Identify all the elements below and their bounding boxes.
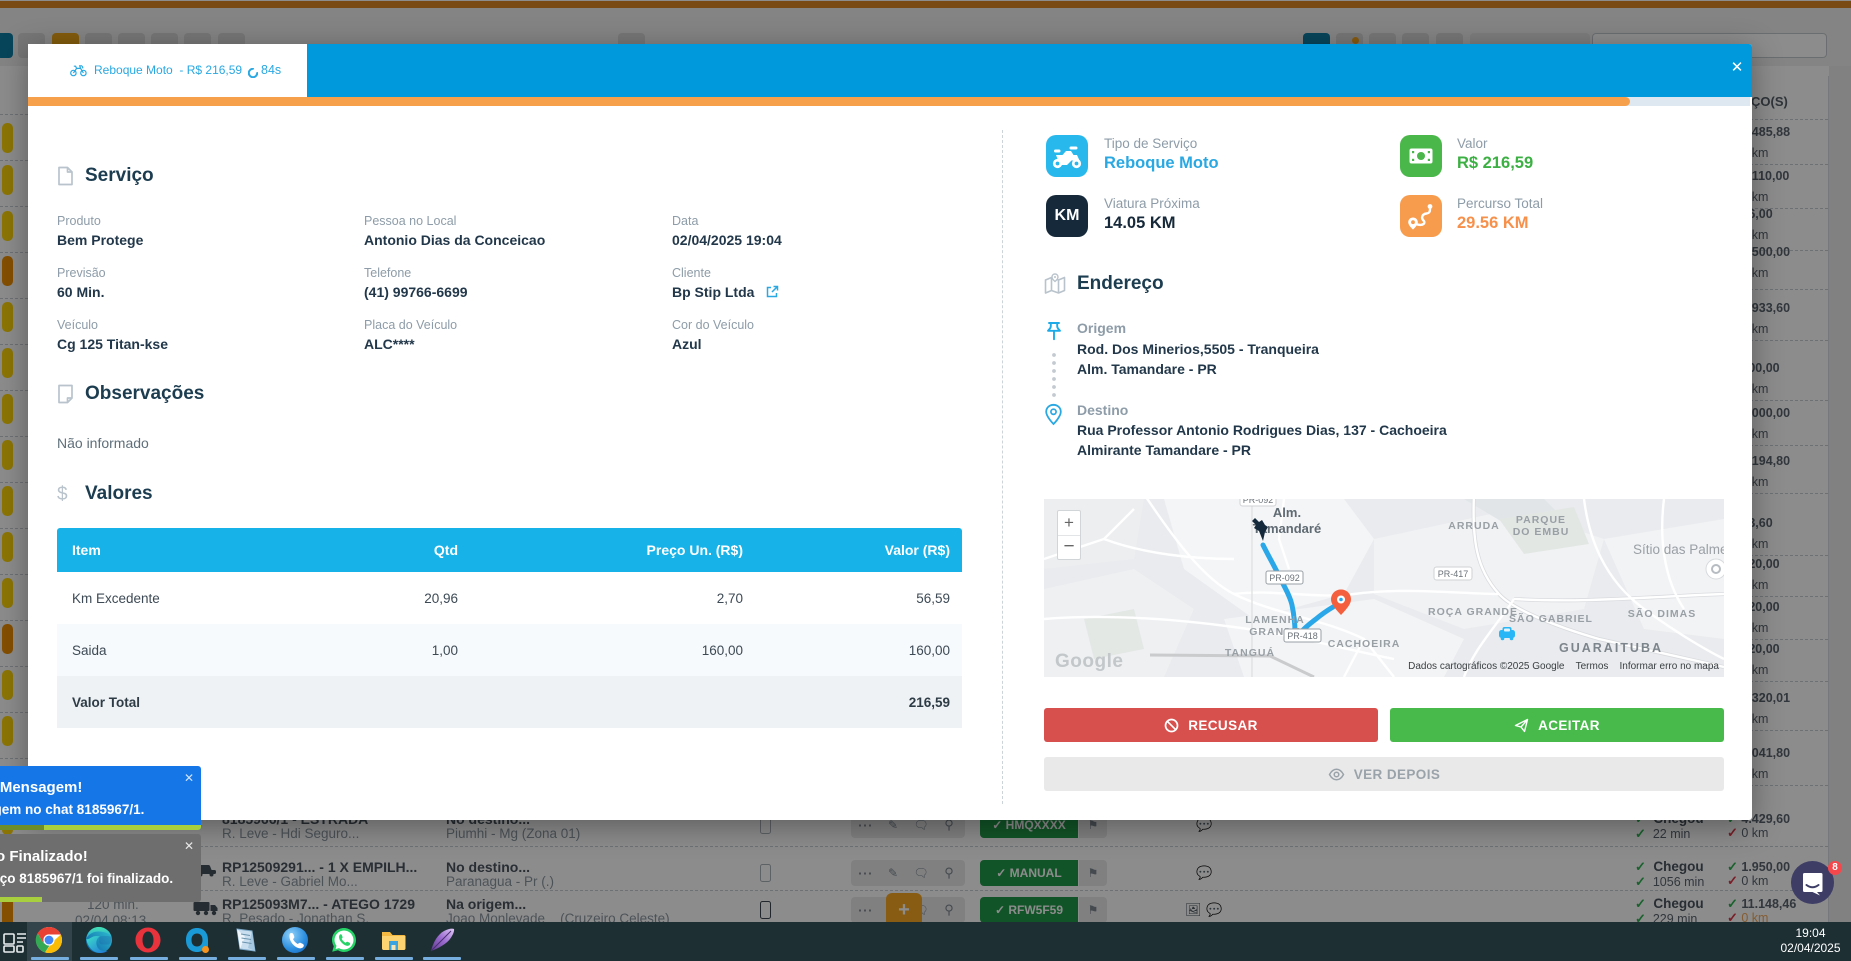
svg-text:Alm.: Alm. — [1273, 505, 1301, 520]
svg-text:DO EMBU: DO EMBU — [1513, 526, 1570, 538]
svg-text:SÃO DIMAS: SÃO DIMAS — [1628, 607, 1697, 620]
svg-text:Sítio das Palmei: Sítio das Palmei — [1633, 542, 1724, 557]
svg-text:PR-092: PR-092 — [1269, 573, 1300, 583]
svg-text:ROÇA GRANDE: ROÇA GRANDE — [1428, 606, 1518, 618]
svg-text:PR-092: PR-092 — [1243, 499, 1274, 505]
svg-text:GUARAITUBA: GUARAITUBA — [1559, 641, 1663, 655]
svg-text:LAMENHA: LAMENHA — [1245, 614, 1305, 626]
svg-text:CACHOEIRA: CACHOEIRA — [1328, 638, 1401, 650]
svg-text:ARRUDA: ARRUDA — [1448, 520, 1500, 532]
svg-text:PR-418: PR-418 — [1287, 631, 1318, 641]
svg-text:PR-417: PR-417 — [1438, 569, 1469, 579]
svg-text:SÃO GABRIEL: SÃO GABRIEL — [1509, 612, 1593, 625]
svg-text:PARQUE: PARQUE — [1516, 514, 1566, 526]
svg-text:TANGUÁ: TANGUÁ — [1225, 646, 1275, 659]
